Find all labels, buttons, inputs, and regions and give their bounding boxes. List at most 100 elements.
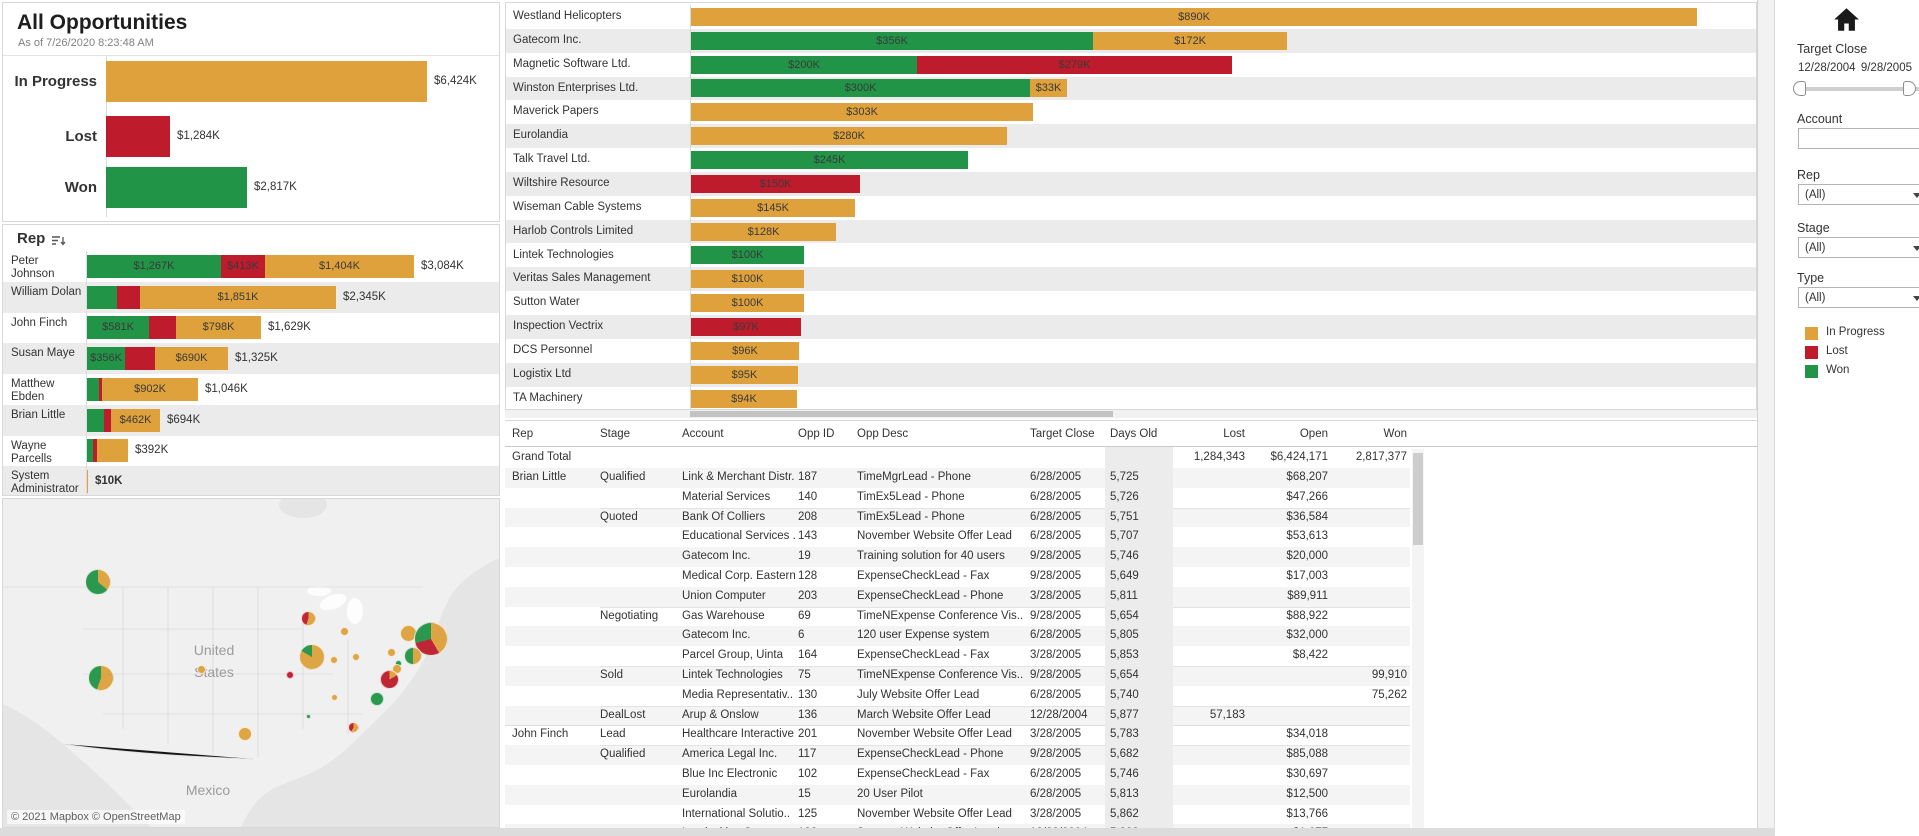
rep-bar-segment-lost[interactable] <box>104 409 111 432</box>
table-row[interactable]: SoldLintek Technologies75TimeNExpense Co… <box>505 666 1410 686</box>
table-row[interactable]: Parcel Group, Uinta164ExpenseCheckLead -… <box>505 646 1410 666</box>
account-row[interactable]: Talk Travel Ltd.$245K <box>506 148 1756 172</box>
rep-bar-segment-in_progress[interactable]: $1,851K <box>140 286 336 309</box>
legend-item[interactable]: In Progress <box>1805 325 1915 344</box>
table-row[interactable]: Media Representativ..130July Website Off… <box>505 686 1410 706</box>
table-row[interactable]: QualifiedAmerica Legal Inc.117ExpenseChe… <box>505 745 1410 765</box>
account-bar-segment-won[interactable]: $100K <box>691 246 804 264</box>
rep-bar-segment-won[interactable] <box>87 409 104 432</box>
stage-filter-dropdown[interactable]: (All) <box>1798 237 1919 258</box>
map-pie-bubble[interactable] <box>85 569 111 595</box>
table-header-cell[interactable]: Target Close <box>1030 421 1106 447</box>
rep-bar-segment-in_progress[interactable]: $902K <box>102 378 198 401</box>
table-row[interactable]: Material Services140TimEx5Lead - Phone6/… <box>505 488 1410 508</box>
account-row[interactable]: Logistix Ltd$95K <box>506 363 1756 387</box>
table-header-cell[interactable]: Rep <box>512 421 598 447</box>
account-row[interactable]: Inspection Vectrix$97K <box>506 315 1756 339</box>
page-horizontal-scrollbar[interactable] <box>0 828 1919 836</box>
rep-filter-dropdown[interactable]: (All) <box>1798 184 1919 205</box>
map-pie-bubble[interactable] <box>352 653 360 661</box>
account-row[interactable]: Eurolandia$280K <box>506 124 1756 148</box>
table-row[interactable]: Brian LittleQualifiedLink & Merchant Dis… <box>505 468 1410 488</box>
table-row[interactable]: Grand Total1,284,343$6,424,1712,817,377 <box>505 447 1410 469</box>
map-pie-bubble[interactable] <box>306 714 311 719</box>
account-row[interactable]: DCS Personnel$96K <box>506 339 1756 363</box>
account-row[interactable]: Wiltshire Resource$150K <box>506 172 1756 196</box>
page-vertical-scrollbar[interactable] <box>1757 0 1775 836</box>
rep-row[interactable]: Wayne Parcells$392K <box>3 436 499 467</box>
rep-row[interactable]: John Finch$581K$798K$1,629K <box>3 313 499 344</box>
table-header-cell[interactable]: Account <box>682 421 795 447</box>
account-bar-segment-in_progress[interactable]: $172K <box>1093 32 1287 50</box>
account-row[interactable]: Lintek Technologies$100K <box>506 244 1756 268</box>
hscrollbar-thumb[interactable] <box>690 411 1113 417</box>
table-row[interactable]: Educational Services ..143November Websi… <box>505 527 1410 547</box>
account-row[interactable]: Westland Helicopters$890K <box>506 5 1756 29</box>
rep-bar-segment-won[interactable]: $356K <box>87 347 125 370</box>
rep-bar-segment-in_progress[interactable]: $462K <box>111 409 160 432</box>
rep-bar-segment-in_progress[interactable]: $1,404K <box>265 255 414 278</box>
table-header-cell[interactable]: Stage <box>600 421 680 447</box>
account-row[interactable]: TA Machinery$94K <box>506 387 1756 410</box>
account-bar-segment-lost[interactable]: $97K <box>691 318 801 336</box>
account-row[interactable]: Maverick Papers$303K <box>506 100 1756 124</box>
account-bar-segment-in_progress[interactable]: $100K <box>691 270 804 288</box>
map-pie-bubble[interactable] <box>286 671 294 679</box>
table-row[interactable]: Gatecom Inc.19Training solution for 40 u… <box>505 547 1410 567</box>
map-pie-bubble[interactable] <box>331 694 338 701</box>
status-bar[interactable] <box>106 116 170 157</box>
rep-bar-segment-won[interactable]: $1,267K <box>87 255 221 278</box>
account-bar-segment-in_progress[interactable]: $33K <box>1030 79 1067 97</box>
account-bar-segment-lost[interactable]: $279K <box>917 56 1232 74</box>
account-bar-segment-in_progress[interactable]: $303K <box>691 103 1033 121</box>
table-row[interactable]: Union Computer203ExpenseCheckLead - Phon… <box>505 587 1410 607</box>
sort-descending-icon[interactable] <box>51 235 66 248</box>
rep-row[interactable]: Matthew Ebden$902K$1,046K <box>3 374 499 405</box>
account-bar-segment-in_progress[interactable]: $94K <box>691 390 797 408</box>
table-row[interactable]: Blue Inc Electronic102ExpenseCheckLead -… <box>505 765 1410 785</box>
rep-row[interactable]: Susan Maye$356K$690K$1,325K <box>3 343 499 374</box>
rep-bar-segment-won[interactable] <box>87 286 117 309</box>
table-row[interactable]: NegotiatingGas Warehouse69TimeNExpense C… <box>505 607 1410 627</box>
home-icon[interactable] <box>1833 7 1860 32</box>
slider-handle-right[interactable] <box>1903 81 1916 96</box>
account-chart-hscrollbar[interactable] <box>505 410 1757 418</box>
table-header-cell[interactable]: Lost <box>1170 421 1245 447</box>
rep-row[interactable]: Brian Little$462K$694K <box>3 405 499 436</box>
rep-bar-segment-lost[interactable] <box>125 347 155 370</box>
table-header-cell[interactable]: Opp ID <box>798 421 853 447</box>
account-bar-segment-in_progress[interactable]: $95K <box>691 366 798 384</box>
account-row[interactable]: Winston Enterprises Ltd.$300K$33K <box>506 77 1756 101</box>
rep-bar-segment-won[interactable] <box>87 378 99 401</box>
map-pie-bubble[interactable] <box>348 722 359 733</box>
map-pie-bubble[interactable] <box>88 665 114 691</box>
map-pie-bubble[interactable] <box>387 648 396 657</box>
map-pie-bubble[interactable] <box>299 644 325 670</box>
map-pie-bubble[interactable] <box>197 665 206 674</box>
table-header-cell[interactable]: Opp Desc <box>857 421 1027 447</box>
map-pie-bubble[interactable] <box>380 670 399 689</box>
table-row[interactable]: DealLostArup & Onslow136March Website Of… <box>505 706 1410 726</box>
rep-bar-segment-in_progress[interactable] <box>87 470 88 493</box>
table-row[interactable]: Gatecom Inc.6120 user Expense system6/28… <box>505 626 1410 646</box>
map-pie-bubble[interactable] <box>404 647 422 665</box>
status-bar[interactable] <box>106 61 427 102</box>
account-bar-segment-lost[interactable]: $150K <box>691 175 860 193</box>
status-bar[interactable] <box>106 167 247 208</box>
map-pie-bubble[interactable] <box>301 611 316 626</box>
account-row[interactable]: Gatecom Inc.$356K$172K <box>506 29 1756 53</box>
account-row[interactable]: Harlob Controls Limited$128K <box>506 220 1756 244</box>
rep-row[interactable]: Peter Johnson$1,267K$413K$1,404K$3,084K <box>3 251 499 282</box>
rep-bar-segment-lost[interactable] <box>149 316 176 339</box>
rep-bar-segment-in_progress[interactable]: $798K <box>176 316 261 339</box>
type-filter-dropdown[interactable]: (All) <box>1798 287 1919 308</box>
account-row[interactable]: Sutton Water$100K <box>506 291 1756 315</box>
map-pie-bubble[interactable] <box>330 656 338 664</box>
map-pie-bubble[interactable] <box>340 627 349 636</box>
slider-handle-left[interactable] <box>1793 81 1806 96</box>
account-bar-segment-in_progress[interactable]: $890K <box>691 8 1697 26</box>
account-bar-segment-in_progress[interactable]: $128K <box>691 223 836 241</box>
rep-bar-segment-in_progress[interactable] <box>97 439 128 462</box>
account-bar-segment-in_progress[interactable]: $280K <box>691 127 1007 145</box>
rep-bar-segment-in_progress[interactable]: $690K <box>155 347 228 370</box>
